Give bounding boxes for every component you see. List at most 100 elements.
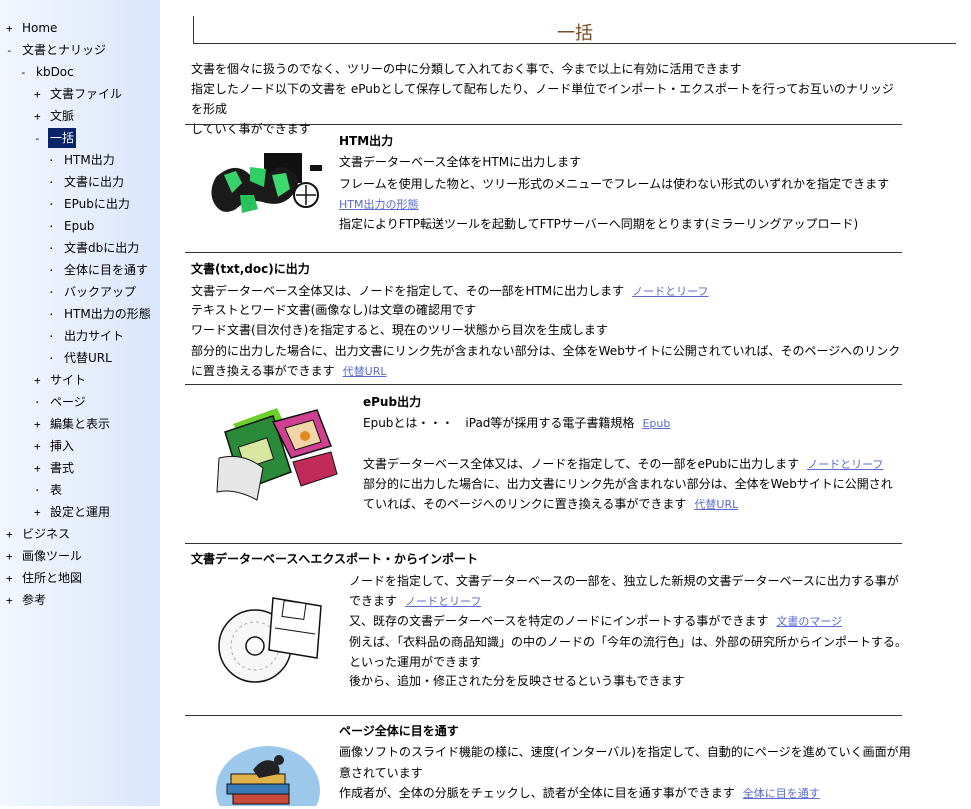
sidebar-item[interactable]: · HTM出力の形態 [48, 304, 153, 324]
sidebar-item-label[interactable]: 住所と地図 [20, 568, 84, 588]
review-link[interactable]: 全体に目を通す [743, 787, 820, 800]
expand-icon[interactable]: + [34, 415, 48, 435]
node-leaf-link[interactable]: ノードとリーフ [405, 595, 481, 608]
sidebar-item-label[interactable]: 参考 [20, 590, 48, 610]
sidebar-item[interactable]: · 表 [34, 480, 64, 500]
section-text: 画像ソフトのスライド機能の様に、速度(インターバル)を指定して、自動的にページを… [339, 745, 911, 759]
section-text: フレームを使用した物と、ツリー形式のメニューでフレームは使わない形式のいずれかを… [339, 177, 890, 191]
sidebar-item-label[interactable]: 文書に出力 [62, 172, 126, 192]
sidebar-item-label[interactable]: ページ [48, 392, 88, 412]
sidebar-item[interactable]: · 出力サイト [48, 326, 126, 346]
sidebar-item[interactable]: · バックアップ [48, 282, 138, 302]
sidebar-item[interactable]: - 一括 [34, 128, 77, 149]
sidebar-item-label[interactable]: Home [20, 18, 59, 38]
sidebar-item-label[interactable]: 画像ツール [20, 546, 84, 566]
sidebar-item[interactable]: + 住所と地図 [6, 568, 84, 588]
sidebar-item[interactable]: + 書式 [34, 458, 76, 478]
collapse-icon[interactable]: - [34, 129, 48, 149]
sidebar-item-label[interactable]: 挿入 [48, 436, 76, 456]
expand-icon[interactable]: + [34, 371, 48, 391]
expand-icon[interactable]: + [34, 503, 48, 523]
leaf-icon[interactable]: · [48, 305, 62, 325]
epub-link[interactable]: Epub [642, 417, 670, 430]
leaf-icon[interactable]: · [48, 261, 62, 281]
expand-icon[interactable]: + [6, 547, 20, 567]
node-leaf-link[interactable]: ノードとリーフ [807, 458, 883, 471]
section-text: 又、既存の文書データーベースを特定のノードにインポートする事ができます [349, 614, 769, 628]
leaf-icon[interactable]: · [34, 481, 48, 501]
sidebar-item[interactable]: · HTM出力 [48, 150, 117, 170]
leaf-icon[interactable]: · [48, 217, 62, 237]
sidebar-item-label[interactable]: 書式 [48, 458, 76, 478]
sidebar-item[interactable]: · 代替URL [48, 348, 114, 368]
sidebar-item[interactable]: · ページ [34, 392, 88, 412]
expand-icon[interactable]: + [6, 525, 20, 545]
sidebar-item[interactable]: + 編集と表示 [34, 414, 112, 434]
section-text: に置き換える事ができます [191, 364, 335, 378]
sidebar-item[interactable]: · Epub [48, 216, 96, 236]
sidebar-item[interactable]: + 設定と運用 [34, 502, 112, 522]
sidebar-item[interactable]: + 挿入 [34, 436, 76, 456]
node-leaf-link[interactable]: ノードとリーフ [632, 285, 708, 298]
sidebar-item[interactable]: + ビジネス [6, 524, 72, 544]
sidebar-item-label[interactable]: 文書とナリッジ [20, 40, 108, 60]
sidebar-item-label[interactable]: 表 [48, 480, 64, 500]
collapse-icon[interactable]: - [20, 63, 34, 83]
leaf-icon[interactable]: · [48, 349, 62, 369]
sidebar-item[interactable]: · 文書に出力 [48, 172, 126, 192]
sidebar-item-label[interactable]: バックアップ [62, 282, 138, 302]
doc-merge-link[interactable]: 文書のマージ [776, 615, 842, 628]
sidebar-item-label[interactable]: 全体に目を通す [62, 260, 150, 280]
intro-text: 文書を個々に扱うのでなく、ツリーの中に分類して入れておく事で、今まで以上に有効に… [191, 59, 901, 139]
leaf-icon[interactable]: · [48, 195, 62, 215]
leaf-icon[interactable]: · [48, 151, 62, 171]
expand-icon[interactable]: + [34, 459, 48, 479]
expand-icon[interactable]: + [34, 437, 48, 457]
alt-url-link[interactable]: 代替URL [343, 365, 387, 378]
expand-icon[interactable]: + [34, 107, 48, 127]
sidebar-item-label[interactable]: HTM出力 [62, 150, 117, 170]
sidebar-item[interactable]: + 文書ファイル [34, 84, 124, 104]
sidebar-item-label[interactable]: 出力サイト [62, 326, 126, 346]
sidebar-item-label[interactable]: EPubに出力 [62, 194, 132, 214]
sidebar-item[interactable]: - kbDoc [20, 62, 76, 82]
alt-url-link[interactable]: 代替URL [694, 498, 738, 511]
sidebar-item[interactable]: + 文脈 [34, 106, 76, 126]
leaf-icon[interactable]: · [48, 239, 62, 259]
sidebar-item[interactable]: + 参考 [6, 590, 48, 610]
sidebar-item-label[interactable]: 文脈 [48, 106, 76, 126]
leaf-icon[interactable]: · [48, 283, 62, 303]
sidebar-item-label[interactable]: 文書dbに出力 [62, 238, 141, 258]
section-text: ていれば、そのページへのリンクに置き換える事ができます [363, 497, 687, 511]
sidebar-item[interactable]: · EPubに出力 [48, 194, 132, 214]
expand-icon[interactable]: + [34, 85, 48, 105]
sidebar-item-label[interactable]: 編集と表示 [48, 414, 112, 434]
divider [185, 543, 902, 544]
leaf-icon[interactable]: · [48, 327, 62, 347]
sidebar-item-label[interactable]: Epub [62, 216, 96, 236]
htm-illustration [210, 145, 330, 226]
leaf-icon[interactable]: · [48, 173, 62, 193]
sidebar-item[interactable]: · 文書dbに出力 [48, 238, 141, 258]
expand-icon[interactable]: + [6, 19, 20, 39]
sidebar-item-label[interactable]: 設定と運用 [48, 502, 112, 522]
sidebar-item-label[interactable]: 代替URL [62, 348, 114, 368]
sidebar-item-label[interactable]: 文書ファイル [48, 84, 124, 104]
sidebar-item-label[interactable]: HTM出力の形態 [62, 304, 153, 324]
collapse-icon[interactable]: - [6, 41, 20, 61]
sidebar-item-label[interactable]: ビジネス [20, 524, 72, 544]
intro-line: していく事ができます [191, 122, 311, 136]
sidebar-item[interactable]: - 文書とナリッジ [6, 40, 108, 60]
htm-format-link[interactable]: HTM出力の形態 [339, 198, 418, 211]
expand-icon[interactable]: + [6, 569, 20, 589]
sidebar-item-label[interactable]: サイト [48, 370, 88, 390]
section-text: 文書データーベース全体をHTMに出力します [339, 155, 582, 169]
expand-icon[interactable]: + [6, 591, 20, 611]
sidebar-item-label[interactable]: 一括 [48, 128, 77, 148]
sidebar-item[interactable]: · 全体に目を通す [48, 260, 150, 280]
leaf-icon[interactable]: · [34, 393, 48, 413]
sidebar-item[interactable]: + Home [6, 18, 59, 38]
sidebar-item-label[interactable]: kbDoc [34, 62, 76, 82]
sidebar-item[interactable]: + サイト [34, 370, 88, 390]
sidebar-item[interactable]: + 画像ツール [6, 546, 84, 566]
